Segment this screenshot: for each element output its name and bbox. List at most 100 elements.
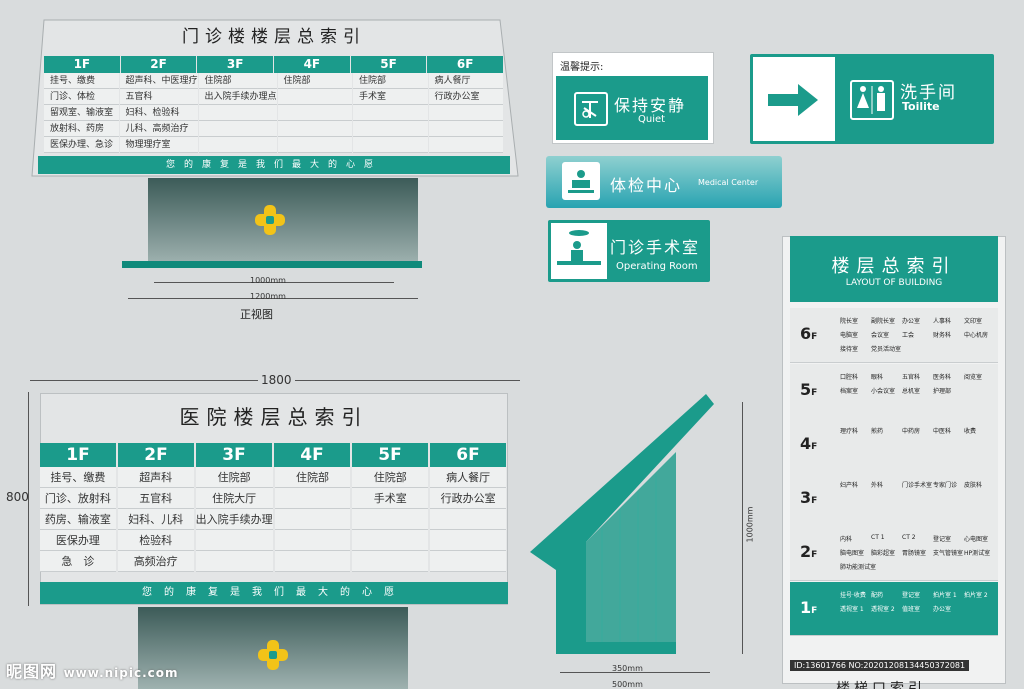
room-label: CT 2 <box>902 534 916 541</box>
sign1-floor-header: 1F 2F 3F 4F 5F 6F <box>44 56 504 73</box>
room-label: 脑彩超室 <box>871 550 896 557</box>
watermark-brand: 昵图网 <box>6 662 58 681</box>
building-floor-row: 1F 挂号·收费 配药 登记室 拍片室 1 拍片室 2 透视室 1 透视室 2 值班室 办公室 <box>790 582 998 636</box>
department-cell <box>430 551 506 572</box>
dimension-inner-label: 1000mm <box>250 276 286 285</box>
department-cell <box>428 137 504 153</box>
department-cell <box>198 105 277 121</box>
room-label: 透视室 1 <box>840 606 864 613</box>
room-label: 登记室 <box>902 592 921 599</box>
image-id-text: ID:13601766 NO:20201208134450372081 <box>790 660 970 671</box>
floor-column: 病人餐厅 行政办公室 <box>430 467 506 572</box>
room-label: 皮肤科 <box>964 482 983 489</box>
room-label: 财务科 <box>933 332 952 339</box>
department-cell: 超声科、中医理疗 <box>119 73 198 89</box>
department-cell <box>274 509 351 530</box>
side-view-stand <box>530 394 714 654</box>
room-label: 拍片室 2 <box>964 592 988 599</box>
floor-column: 挂号、缴费 门诊、体检 留观室、输液室 放射科、药房 医保办理、急诊 <box>44 73 119 153</box>
room-label: 配药 <box>871 592 884 599</box>
stand-height-label: 1000mm <box>745 506 755 543</box>
sign2-slogan: 您的康复是我们最大的心愿 <box>40 582 508 604</box>
department-cell: 住院部 <box>198 73 277 89</box>
floor-column: 住院部 <box>277 73 353 153</box>
department-cell: 手术室 <box>352 488 429 509</box>
room-label: 接待室 <box>840 346 859 353</box>
room-label: 办公室 <box>902 318 921 325</box>
watermark-url: www.nipic.com <box>63 666 179 680</box>
floor-header-2f: 2F <box>118 443 194 467</box>
department-cell: 门诊、放射科 <box>40 488 116 509</box>
room-label: 煎药 <box>871 428 884 435</box>
department-cell: 高频治疗 <box>117 551 194 572</box>
floor-column: 住院部 出入院手续办理点 <box>198 73 277 153</box>
department-cell <box>277 89 353 105</box>
room-label: 内科 <box>840 536 853 543</box>
hospital-cross-logo-icon <box>258 640 288 670</box>
room-label: 肺功能测试室 <box>840 564 877 571</box>
building-floor-row: 5F 口腔科 眼科 五官科 医务科 阅览室 档案室 小会议室 总机室 护理部 <box>790 364 998 419</box>
department-cell: 出入院手续办理 <box>195 509 273 530</box>
department-cell <box>277 137 353 153</box>
room-label: 小会议室 <box>871 388 896 395</box>
department-cell <box>198 121 277 137</box>
room-label: 脑电图室 <box>840 550 865 557</box>
floor-header-3f: 3F <box>196 443 272 467</box>
room-label: 党员活动室 <box>871 346 902 353</box>
department-cell <box>277 105 353 121</box>
floor-column: 超声科、中医理疗 五官科 妇科、检验科 儿科、高频治疗 物理理疗室 <box>119 73 198 153</box>
operating-room-text-en: Operating Room <box>616 261 698 272</box>
floor-number: 4F <box>800 434 818 453</box>
dimension-outer-label: 1200mm <box>250 292 286 301</box>
department-cell: 住院部 <box>277 73 353 89</box>
floor-column: 病人餐厅 行政办公室 <box>428 73 504 153</box>
building-directory-title: 楼层总索引 <box>831 256 957 277</box>
room-label: 中心机房 <box>964 332 989 339</box>
building-floor-row: 2F 内科 CT 1 CT 2 登记室 心电图室 脑电图室 脑彩超室 胃肠镜室 支气管镜室 HP测试… <box>790 526 998 581</box>
department-cell: 医保办理、急诊 <box>44 137 119 153</box>
department-cell: 物理理疗室 <box>119 137 198 153</box>
washroom-text-en: Toilite <box>902 100 940 113</box>
sign2-floor-grid: 1F 2F 3F 4F 5F 6F 挂号、缴费 门诊、放射科 药房、输液室 医保办理急 诊超声科… <box>40 443 508 572</box>
floor-header-2f: 2F <box>120 56 197 73</box>
department-cell: 住院部 <box>352 467 429 488</box>
department-cell <box>353 121 428 137</box>
floor-header-4f: 4F <box>274 56 350 73</box>
sign1-slogan: 您的康复是我们最大的心愿 <box>38 156 510 174</box>
department-cell: 妇科、儿科 <box>117 509 194 530</box>
building-caption: 楼梯口索引 <box>836 681 926 689</box>
department-cell: 住院部 <box>195 467 273 488</box>
room-label: 文印室 <box>964 318 983 325</box>
notice-title: 温馨提示: <box>560 62 604 73</box>
room-label: 拍片室 1 <box>933 592 957 599</box>
arrow-right-icon <box>768 84 818 116</box>
room-label: 院长室 <box>840 318 859 325</box>
room-label: 五官科 <box>902 374 921 381</box>
department-cell <box>353 105 428 121</box>
department-cell <box>352 509 429 530</box>
building-floor-row: 3F 妇产科 外科 门诊手术室 专家门诊 皮肤科 <box>790 472 998 527</box>
department-cell <box>274 551 351 572</box>
floor-number: 5F <box>800 380 818 399</box>
quiet-icon <box>574 92 608 126</box>
floor-column: 住院部 手术室 <box>352 467 429 572</box>
department-cell <box>198 137 277 153</box>
room-label: CT 1 <box>871 534 885 541</box>
department-cell <box>352 530 429 551</box>
department-cell <box>352 551 429 572</box>
floor-header-4f: 4F <box>274 443 350 467</box>
floor-header-6f: 6F <box>427 56 504 73</box>
department-cell: 门诊、体检 <box>44 89 119 105</box>
building-floor-row: 4F 理疗科 煎药 中药房 中医科 收费 <box>790 418 998 473</box>
floor-number: 3F <box>800 488 818 507</box>
department-cell <box>195 551 273 572</box>
floor-header-5f: 5F <box>350 56 427 73</box>
department-cell <box>274 488 351 509</box>
floor-header-3f: 3F <box>197 56 274 73</box>
department-cell: 出入院手续办理点 <box>198 89 277 105</box>
room-label: 副院长室 <box>871 318 896 325</box>
sign2-title: 医院楼层总索引 <box>179 405 369 429</box>
room-label: 电脑室 <box>840 332 859 339</box>
room-label: 阅览室 <box>964 374 983 381</box>
room-label: 门诊手术室 <box>902 482 933 489</box>
